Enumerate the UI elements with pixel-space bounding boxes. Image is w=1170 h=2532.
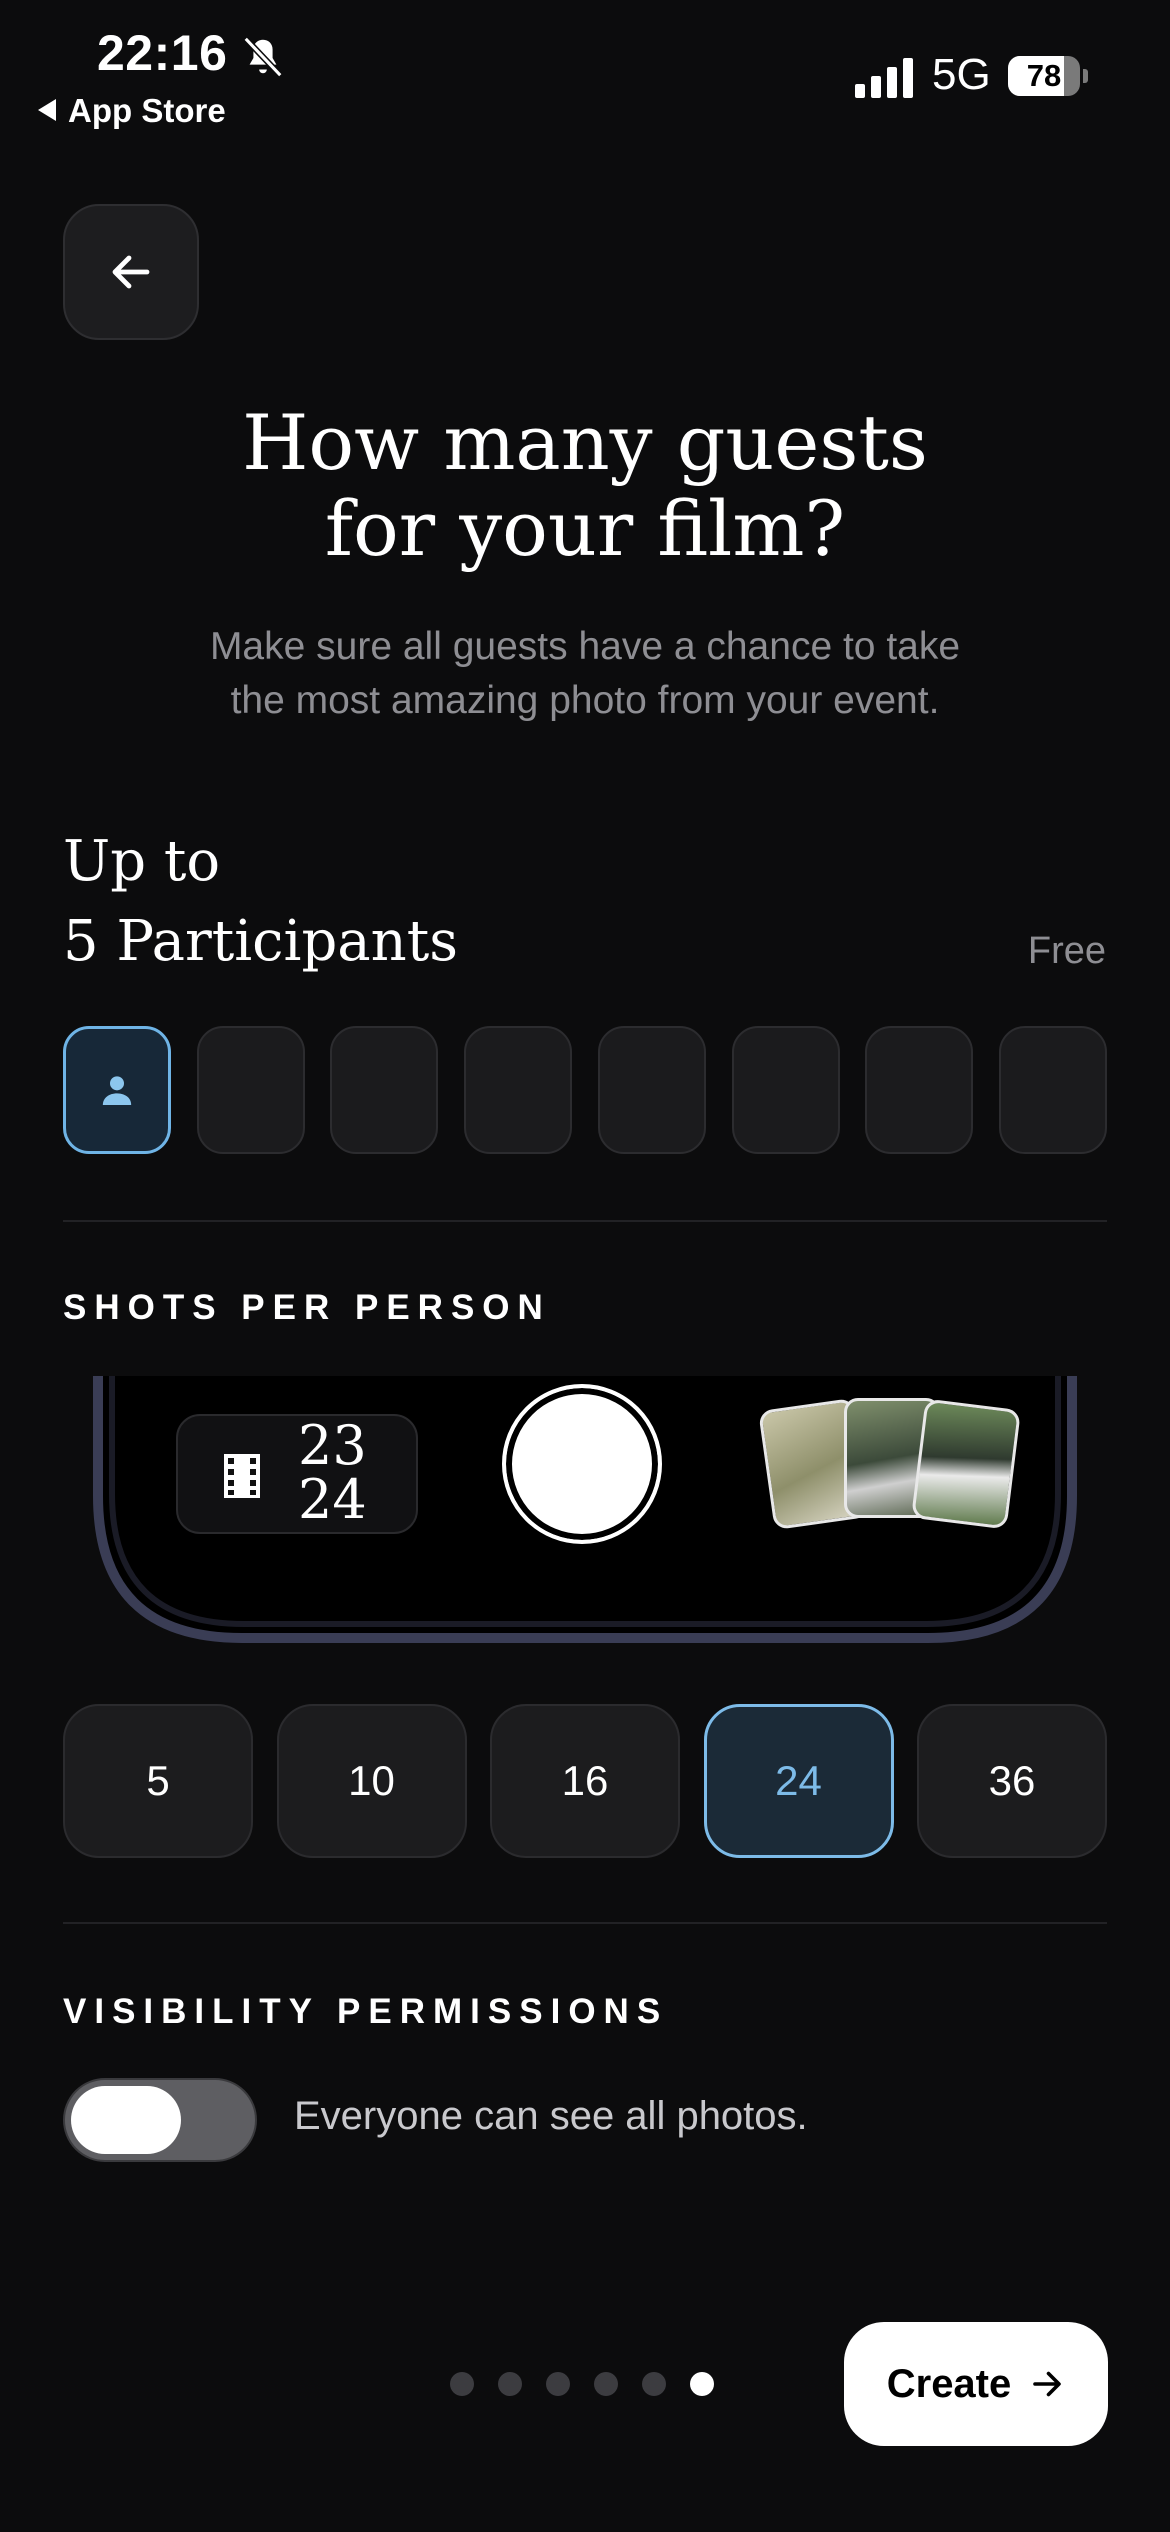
shots-options: 5 10 16 24 36 — [63, 1704, 1107, 1858]
divider — [63, 1922, 1107, 1924]
status-time: 22:16 — [97, 25, 228, 81]
shutter-button — [502, 1384, 662, 1544]
signal-icon — [855, 58, 913, 98]
shot-counter: 23 24 — [176, 1414, 418, 1534]
person-icon — [102, 1076, 132, 1105]
network-type: 5G — [932, 50, 991, 99]
counter-current: 23 — [298, 1414, 367, 1477]
photo-stack-thumbnail — [758, 1397, 1021, 1531]
back-button[interactable] — [63, 204, 199, 340]
film-icon — [224, 1454, 260, 1498]
page-dot — [594, 2372, 618, 2396]
participant-slot[interactable] — [330, 1026, 439, 1154]
participant-slot[interactable] — [63, 1026, 171, 1154]
page-subtitle: Make sure all guests have a chance to ta… — [209, 625, 961, 722]
battery-icon: 78 — [1008, 56, 1088, 98]
shots-option-selected[interactable]: 24 — [703, 1704, 894, 1858]
shots-per-person-label: SHOTS PER PERSON — [63, 1288, 551, 1327]
page-dot-active — [690, 2372, 714, 2396]
participant-slot[interactable] — [464, 1026, 573, 1154]
page-title: How many guests for your film? — [242, 398, 928, 573]
create-label: Create — [886, 2361, 1012, 2406]
participant-slot[interactable] — [865, 1026, 974, 1154]
participant-slot[interactable] — [998, 1026, 1107, 1154]
participants-heading: Up to 5 Participants — [63, 829, 458, 974]
toggle-knob — [71, 2086, 181, 2154]
shots-option[interactable]: 36 — [917, 1704, 1107, 1858]
arrow-right-icon — [1033, 2371, 1062, 2397]
page-dot — [642, 2372, 666, 2396]
back-to-app-store[interactable]: App Store — [38, 92, 226, 130]
participant-slot[interactable] — [196, 1026, 305, 1154]
photo-thumbnail — [911, 1398, 1021, 1530]
page-dot — [450, 2372, 474, 2396]
price-label: Free — [1027, 930, 1106, 972]
divider — [63, 1220, 1107, 1222]
participant-slot[interactable] — [597, 1026, 706, 1154]
counter-total: 24 — [298, 1468, 367, 1531]
back-triangle-icon — [38, 99, 56, 122]
back-app-label: App Store — [68, 92, 226, 129]
page-indicator — [450, 2372, 714, 2396]
visibility-toggle[interactable] — [63, 2078, 257, 2162]
shots-option[interactable]: 16 — [490, 1704, 680, 1858]
visibility-permissions-label: VISIBILITY PERMISSIONS — [63, 1992, 669, 2031]
create-button[interactable]: Create — [844, 2322, 1108, 2446]
page-dot — [546, 2372, 570, 2396]
battery-level: 78 — [1026, 58, 1062, 93]
shots-option[interactable]: 5 — [63, 1704, 253, 1858]
bell-slash-icon — [243, 36, 283, 78]
visibility-toggle-label: Everyone can see all photos. — [294, 2094, 808, 2138]
arrow-left-icon — [112, 255, 150, 289]
page-dot — [498, 2372, 522, 2396]
shots-option[interactable]: 10 — [276, 1704, 467, 1858]
participant-slots — [63, 1026, 1107, 1154]
participant-slot[interactable] — [731, 1026, 840, 1154]
